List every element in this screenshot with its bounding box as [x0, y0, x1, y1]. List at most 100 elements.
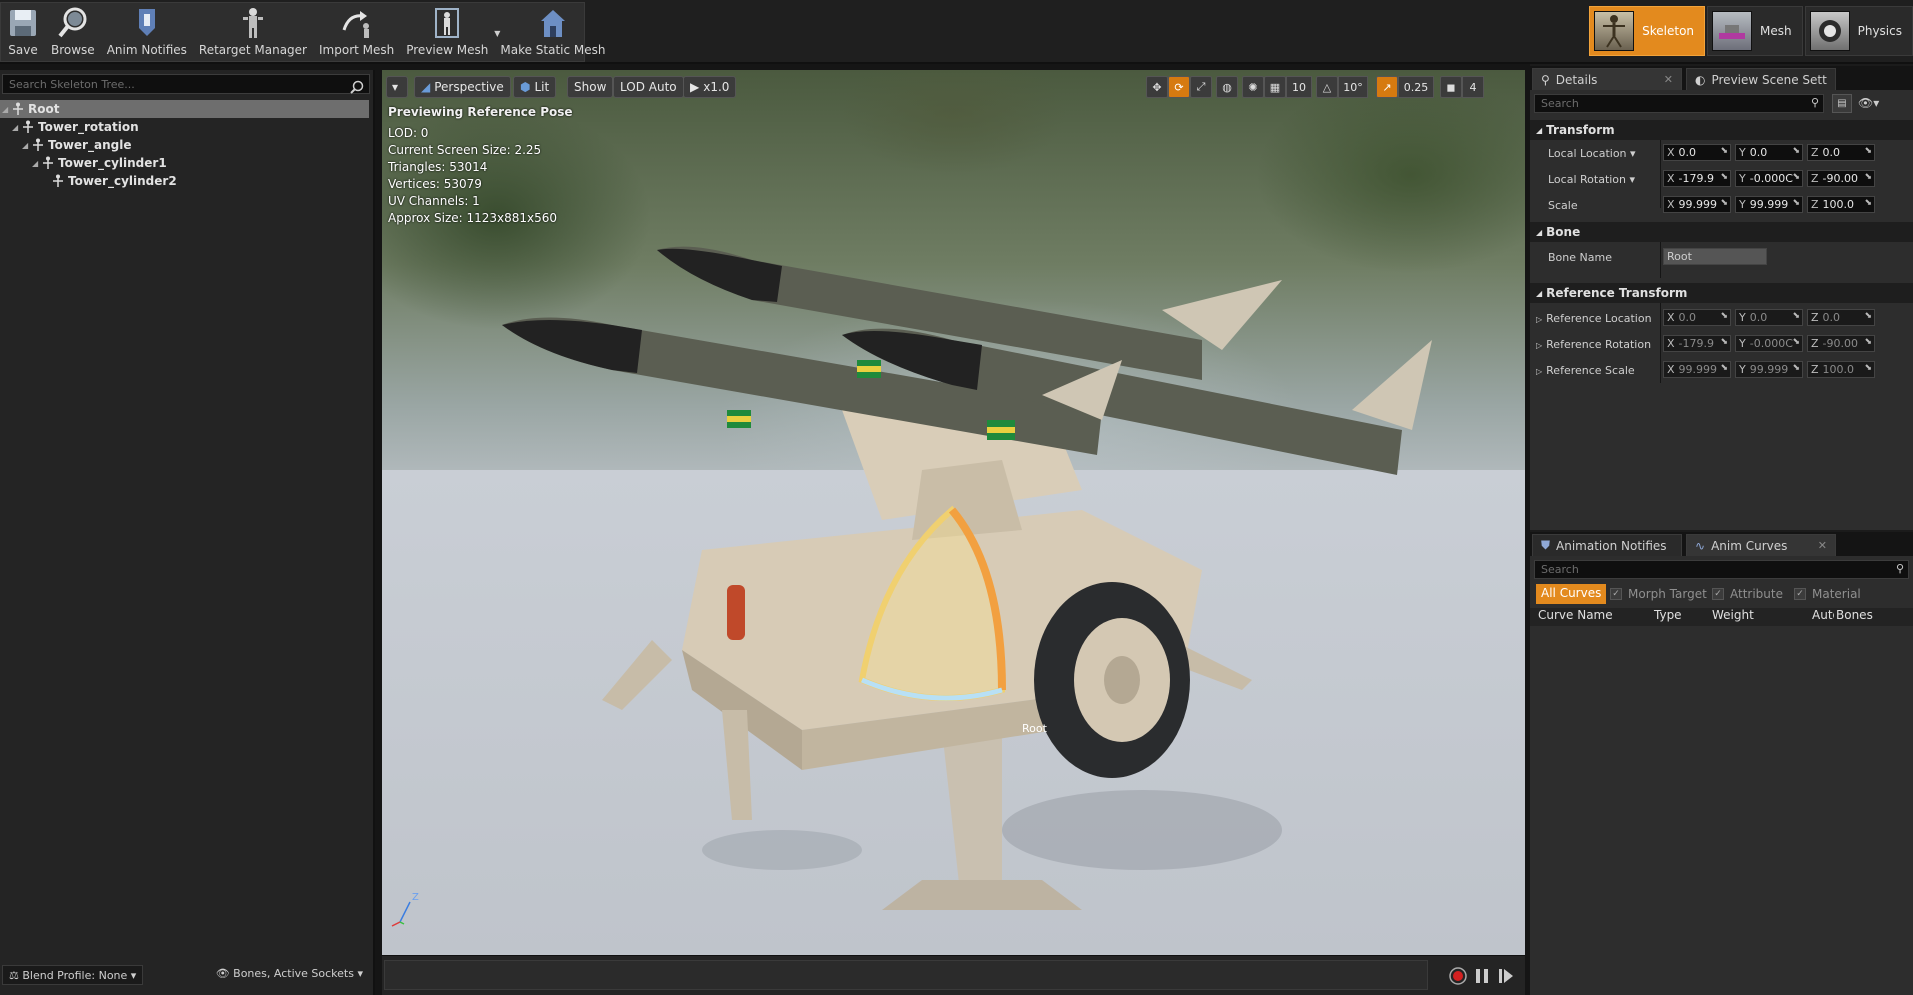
column-type[interactable]: Type — [1654, 608, 1682, 622]
save-button[interactable]: Save — [1, 3, 45, 61]
lit-button[interactable]: ⬢ Lit — [513, 76, 557, 98]
anim-notifies-button[interactable]: Anim Notifies — [101, 3, 193, 61]
grid-snap-button[interactable]: ▦ — [1264, 76, 1286, 98]
missile-launcher-mesh — [502, 246, 1432, 910]
viewport-options-button[interactable]: ▾ — [386, 76, 408, 98]
skeleton-tree-panel: Search Skeleton Tree... ◢ Root ◢ Tower_r… — [0, 70, 375, 995]
attribute-checkbox[interactable]: ✓ Attribute — [1712, 585, 1783, 603]
translate-tool-button[interactable]: ✥ — [1146, 76, 1168, 98]
angle-icon: △ — [1322, 80, 1332, 94]
column-bones[interactable]: Bones — [1836, 608, 1873, 622]
scale-snap-button[interactable]: ↗ — [1376, 76, 1398, 98]
transform-category[interactable]: ◢ Transform — [1530, 120, 1913, 140]
close-icon[interactable]: ✕ — [1664, 73, 1673, 86]
property-matrix-button[interactable]: ▤ — [1832, 94, 1852, 113]
local-location-y[interactable]: Y 0.0 ⬊ — [1735, 144, 1803, 161]
close-icon[interactable]: ✕ — [1818, 539, 1827, 552]
camera-speed-value[interactable]: 4 — [1462, 76, 1484, 98]
skeleton-mode-button[interactable]: Skeleton — [1589, 6, 1706, 56]
lod-button[interactable]: LOD Auto — [613, 76, 684, 98]
search-icon: ⚲ — [1810, 96, 1819, 109]
rotate-tool-button[interactable]: ⟳ — [1168, 76, 1190, 98]
tab-details[interactable]: ⚲ Details ✕ — [1532, 68, 1682, 90]
record-icon[interactable] — [1448, 966, 1468, 986]
view-options-button[interactable]: 👁▾ — [1858, 96, 1879, 110]
local-rotation-z[interactable]: Z -90.00 ⬊ — [1807, 170, 1875, 187]
local-rotation-x[interactable]: X -179.9 ⬊ — [1663, 170, 1731, 187]
column-auto[interactable]: Auto — [1812, 608, 1834, 622]
timeline-track[interactable] — [384, 960, 1428, 990]
local-location-label[interactable]: Local Location ▾ — [1548, 147, 1636, 160]
tree-row-tower-rotation[interactable]: ◢ Tower_rotation — [0, 118, 373, 136]
tab-preview-scene-settings[interactable]: ◐ Preview Scene Sett — [1686, 68, 1836, 90]
details-panel: Search ⚲ ▤ 👁▾ ◢ Transform Local Location … — [1530, 90, 1913, 530]
playback-bar — [382, 955, 1525, 995]
mesh-mode-button[interactable]: Mesh — [1707, 6, 1803, 56]
camera-speed-button[interactable]: ◼ — [1440, 76, 1462, 98]
reference-transform-category[interactable]: ◢ Reference Transform — [1530, 283, 1913, 303]
stat-approx-size: Approx Size: 1123x881x560 — [388, 211, 558, 225]
reference-rotation-y: Y -0.000C ⬊ — [1735, 335, 1803, 352]
scale-y[interactable]: Y 99.999 ⬊ — [1735, 196, 1803, 213]
tree-row-tower-cylinder1[interactable]: ◢ Tower_cylinder1 — [0, 154, 373, 172]
curves-tabbar: ⛊ Animation Notifies ∿ Anim Curves ✕ — [1530, 532, 1913, 556]
scale-x[interactable]: X 99.999 ⬊ — [1663, 196, 1731, 213]
reference-location-label[interactable]: ▷ Reference Location — [1536, 312, 1652, 325]
bone-icon — [13, 102, 23, 115]
perspective-button[interactable]: ◢ Perspective — [414, 76, 511, 98]
playback-speed-button[interactable]: ▶ x1.0 — [683, 76, 737, 98]
search-icon[interactable] — [350, 80, 364, 94]
scale-label: Scale — [1548, 199, 1578, 212]
column-weight[interactable]: Weight — [1712, 608, 1754, 622]
local-location-x[interactable]: X 0.0 ⬊ — [1663, 144, 1731, 161]
show-button[interactable]: Show — [567, 76, 614, 98]
right-side-panels: ⚲ Details ✕ ◐ Preview Scene Sett Search ⚲ ▤… — [1530, 64, 1913, 995]
scale-z[interactable]: Z 100.0 ⬊ — [1807, 196, 1875, 213]
all-curves-button[interactable]: All Curves — [1536, 584, 1607, 604]
tab-animation-notifies[interactable]: ⛊ Animation Notifies — [1532, 534, 1682, 556]
expand-arrow-icon[interactable]: ◢ — [12, 123, 22, 132]
reference-rotation-label[interactable]: ▷ Reference Rotation — [1536, 338, 1651, 351]
physics-mode-button[interactable]: Physics — [1804, 6, 1913, 56]
world-space-button[interactable]: ◍ — [1216, 76, 1238, 98]
material-checkbox[interactable]: ✓ Material — [1794, 585, 1861, 603]
local-rotation-y[interactable]: Y -0.000C ⬊ — [1735, 170, 1803, 187]
rotation-snap-value[interactable]: 10° — [1338, 76, 1368, 98]
local-rotation-label[interactable]: Local Rotation ▾ — [1548, 173, 1635, 186]
tab-anim-curves[interactable]: ∿ Anim Curves ✕ — [1686, 534, 1836, 556]
morph-target-checkbox[interactable]: ✓ Morph Target — [1610, 585, 1707, 603]
blend-profile-dropdown[interactable]: ⚖ Blend Profile: None ▾ — [2, 965, 144, 985]
expand-arrow-icon[interactable]: ◢ — [2, 105, 12, 114]
reference-scale-label[interactable]: ▷ Reference Scale — [1536, 364, 1635, 377]
tree-row-tower-angle[interactable]: ◢ Tower_angle — [0, 136, 373, 154]
grid-snap-value[interactable]: 10 — [1286, 76, 1312, 98]
curves-search-input[interactable]: Search ⚲ — [1534, 560, 1909, 579]
surface-snap-button[interactable]: ✺ — [1242, 76, 1264, 98]
bone-category[interactable]: ◢ Bone — [1530, 222, 1913, 242]
local-location-z[interactable]: Z 0.0 ⬊ — [1807, 144, 1875, 161]
expand-arrow-icon[interactable]: ◢ — [32, 159, 42, 168]
preview-mesh-button[interactable]: Preview Mesh ▼ — [400, 3, 500, 61]
tree-row-root[interactable]: ◢ Root — [0, 100, 369, 118]
viewport[interactable]: ▾ ◢ Perspective ⬢ Lit Show LOD Auto ▶ x1.0 … — [382, 70, 1525, 955]
details-search-input[interactable]: Search ⚲ — [1534, 94, 1824, 113]
browse-button[interactable]: Browse — [45, 3, 101, 61]
expand-arrow-icon[interactable]: ◢ — [22, 141, 32, 150]
reference-location-y: Y 0.0 ⬊ — [1735, 309, 1803, 326]
scale-snap-value[interactable]: 0.25 — [1398, 76, 1434, 98]
collapse-arrow-icon: ◢ — [1536, 227, 1543, 237]
scale-tool-button[interactable]: ⤢ — [1190, 76, 1212, 98]
tree-row-tower-cylinder2[interactable]: Tower_cylinder2 — [0, 172, 373, 190]
resize-arrow-icon: ⬊ — [1792, 198, 1800, 208]
pause-icon[interactable] — [1472, 966, 1492, 986]
bones-filter-dropdown[interactable]: 👁 Bones, Active Sockets ▾ — [216, 967, 363, 980]
collapse-arrow-icon: ◢ — [1536, 125, 1543, 135]
make-static-mesh-button[interactable]: Make Static Mesh — [494, 3, 611, 61]
column-curve-name[interactable]: Curve Name — [1538, 608, 1613, 622]
resize-arrow-icon: ⬊ — [1792, 172, 1800, 182]
rotation-snap-button[interactable]: △ — [1316, 76, 1338, 98]
import-mesh-button[interactable]: Import Mesh — [313, 3, 400, 61]
step-forward-icon[interactable] — [1496, 966, 1516, 986]
skeleton-tree-search-input[interactable]: Search Skeleton Tree... — [2, 74, 370, 94]
retarget-manager-button[interactable]: Retarget Manager — [193, 3, 313, 61]
